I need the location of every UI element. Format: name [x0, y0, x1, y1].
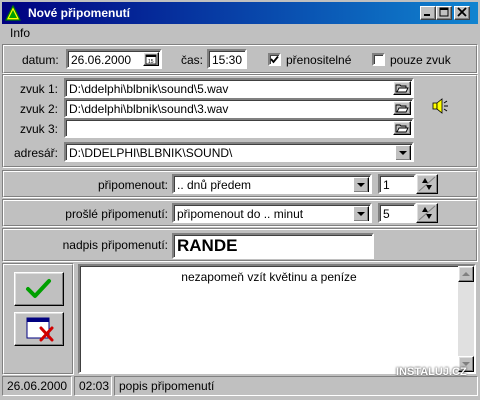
- calendar-button[interactable]: 15: [143, 52, 159, 66]
- folder-open-icon: [395, 124, 409, 133]
- remind-value: .. dnů předem: [177, 178, 252, 192]
- folder-open-icon: [395, 104, 409, 113]
- date-field[interactable]: 26.06.2000 15: [66, 49, 162, 69]
- sound2-label: zvuk 2:: [19, 102, 58, 116]
- minimize-icon: [424, 14, 430, 16]
- status-hint: popis připomenutí: [114, 376, 478, 396]
- menu-item-info[interactable]: Info: [10, 26, 30, 40]
- close-button[interactable]: [454, 6, 470, 20]
- expired-count-spinner[interactable]: [416, 203, 438, 223]
- speaker-icon[interactable]: [430, 96, 452, 116]
- expired-value: připomenout do .. minut: [177, 207, 304, 221]
- sound2-browse-button[interactable]: [393, 101, 411, 115]
- svg-text:15: 15: [148, 59, 154, 65]
- remind-count-field[interactable]: 1: [378, 174, 416, 194]
- remind-label: připomenout:: [97, 178, 168, 192]
- directory-value: D:\DDELPHI\BLBNIK\SOUND\: [69, 146, 233, 160]
- memo-scrollbar[interactable]: [458, 266, 474, 372]
- sound1-label: zvuk 1:: [19, 82, 58, 96]
- transferable-checkbox[interactable]: [268, 53, 281, 66]
- app-icon: [5, 5, 21, 21]
- time-field[interactable]: 15:30: [207, 49, 247, 69]
- remind-count-value: 1: [383, 178, 390, 192]
- directory-select[interactable]: D:\DDELPHI\BLBNIK\SOUND\: [64, 142, 414, 162]
- chevron-down-icon[interactable]: [353, 206, 369, 221]
- memo-text: nezapomeň vzít květinu a peníze: [181, 270, 357, 284]
- minimize-button[interactable]: [420, 6, 436, 20]
- time-value: 15:30: [212, 53, 243, 67]
- sound3-browse-button[interactable]: [393, 121, 411, 135]
- chevron-down-icon[interactable]: [395, 145, 411, 160]
- sound2-value: D:\ddelphi\blbnik\sound\3.wav: [69, 102, 229, 116]
- caption-label: nadpis připomenutí:: [62, 238, 168, 252]
- caption-field[interactable]: RANDE: [172, 233, 374, 259]
- spinner-arrows-icon: [418, 205, 436, 221]
- arrow-up-icon: [462, 272, 470, 276]
- sound-only-checkbox[interactable]: [372, 53, 385, 66]
- folder-open-icon: [395, 84, 409, 93]
- expired-label: prošlé připomenutí:: [65, 207, 168, 221]
- sound1-field[interactable]: D:\ddelphi\blbnik\sound\5.wav: [64, 78, 414, 98]
- close-icon: [457, 7, 467, 17]
- cancel-button[interactable]: [14, 312, 64, 346]
- cancel-icon: [26, 317, 54, 342]
- spinner-arrows-icon: [418, 176, 436, 192]
- sound-only-label: pouze zvuk: [390, 53, 451, 67]
- date-value: 26.06.2000: [71, 53, 132, 67]
- reminder-window: Nové připomenutí Info datum: 26.06.2000 …: [0, 0, 480, 400]
- scroll-up-button[interactable]: [458, 266, 474, 282]
- date-label: datum:: [22, 53, 59, 67]
- sound2-field[interactable]: D:\ddelphi\blbnik\sound\3.wav: [64, 98, 414, 118]
- transferable-label: přenositelné: [286, 53, 352, 67]
- sound3-label: zvuk 3:: [19, 122, 58, 136]
- remind-select[interactable]: .. dnů předem: [172, 174, 372, 194]
- title-bar[interactable]: Nové připomenutí: [2, 2, 478, 24]
- maximize-icon: [439, 7, 449, 17]
- ok-button[interactable]: [14, 272, 64, 306]
- sound1-browse-button[interactable]: [393, 81, 411, 95]
- check-icon: [26, 279, 51, 298]
- chevron-down-icon[interactable]: [353, 177, 369, 192]
- maximize-button[interactable]: [436, 6, 452, 20]
- caption-value: RANDE: [177, 236, 238, 255]
- status-time: 02:03: [74, 376, 112, 396]
- expired-count-value: 5: [383, 207, 390, 221]
- time-label: čas:: [181, 53, 204, 67]
- expired-count-field[interactable]: 5: [378, 203, 416, 223]
- expired-select[interactable]: připomenout do .. minut: [172, 203, 372, 223]
- sound3-field[interactable]: [64, 118, 414, 138]
- checkmark-icon: [270, 55, 279, 64]
- calendar-icon: 15: [145, 54, 157, 65]
- status-bar: 26.06.2000 02:03 popis připomenutí: [2, 376, 478, 396]
- sound1-value: D:\ddelphi\blbnik\sound\5.wav: [69, 82, 229, 96]
- directory-label: adresář:: [13, 146, 58, 160]
- memo-textarea[interactable]: nezapomeň vzít květinu a peníze: [78, 264, 476, 374]
- remind-count-spinner[interactable]: [416, 174, 438, 194]
- status-date: 26.06.2000: [2, 376, 72, 396]
- menu-bar: Info: [0, 25, 480, 43]
- window-title: Nové připomenutí: [28, 6, 131, 20]
